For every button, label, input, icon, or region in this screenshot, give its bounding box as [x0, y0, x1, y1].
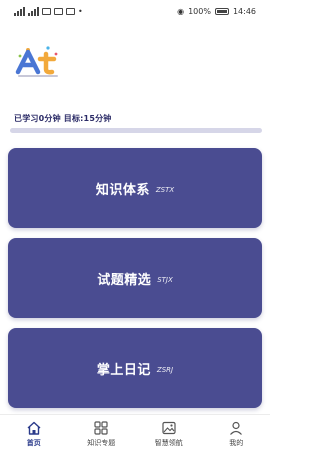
clock: 14:46 — [232, 6, 256, 16]
card-title: 掌上日记 — [96, 362, 151, 378]
status-bar: • ◉ 100% 14:46 — [0, 0, 270, 22]
study-progress-bar — [10, 128, 262, 133]
bottom-tab-bar: 首页 知识专题 智慧领航 我的 — [0, 414, 270, 453]
status-left: • — [0, 6, 83, 16]
card-code: ZSRJ — [156, 365, 174, 374]
card-code: ZSTX — [155, 185, 175, 194]
study-progress-text: 已学习0分钟 目标:15分钟 — [14, 114, 112, 123]
tab-label: 我的 — [229, 439, 244, 447]
card-selected-questions[interactable]: 试题精选 STJX — [8, 238, 262, 318]
user-icon — [230, 421, 243, 435]
notification-icon — [42, 7, 51, 15]
card-title: 试题精选 — [97, 272, 152, 288]
battery-percent: 100% — [188, 6, 211, 16]
home-icon — [27, 421, 41, 435]
card-title: 知识体系 — [95, 182, 150, 198]
tab-label: 智慧领航 — [154, 439, 183, 447]
card-knowledge-system[interactable]: 知识体系 ZSTX — [8, 148, 262, 228]
gallery-icon — [54, 7, 63, 15]
tab-knowledge-topics[interactable]: 知识专题 — [71, 420, 131, 448]
status-right: ◉ 100% 14:46 — [177, 7, 270, 16]
tab-label: 知识专题 — [87, 439, 116, 447]
message-icon — [66, 7, 75, 15]
tab-smart-navigation[interactable]: 智慧领航 — [139, 420, 199, 448]
dot-icon: • — [78, 6, 83, 16]
eye-icon: ◉ — [177, 6, 185, 16]
grid-icon — [94, 421, 108, 435]
battery-icon — [214, 7, 229, 15]
app-logo — [15, 46, 58, 77]
card-diary[interactable]: 掌上日记 ZSRJ — [8, 328, 262, 408]
signal-icon — [14, 6, 25, 16]
tab-label: 首页 — [26, 439, 41, 447]
tab-mine[interactable]: 我的 — [206, 420, 266, 448]
card-code: STJX — [157, 275, 173, 284]
tab-home[interactable]: 首页 — [4, 420, 64, 448]
signal-icon-2 — [28, 6, 39, 16]
image-icon — [162, 421, 176, 435]
